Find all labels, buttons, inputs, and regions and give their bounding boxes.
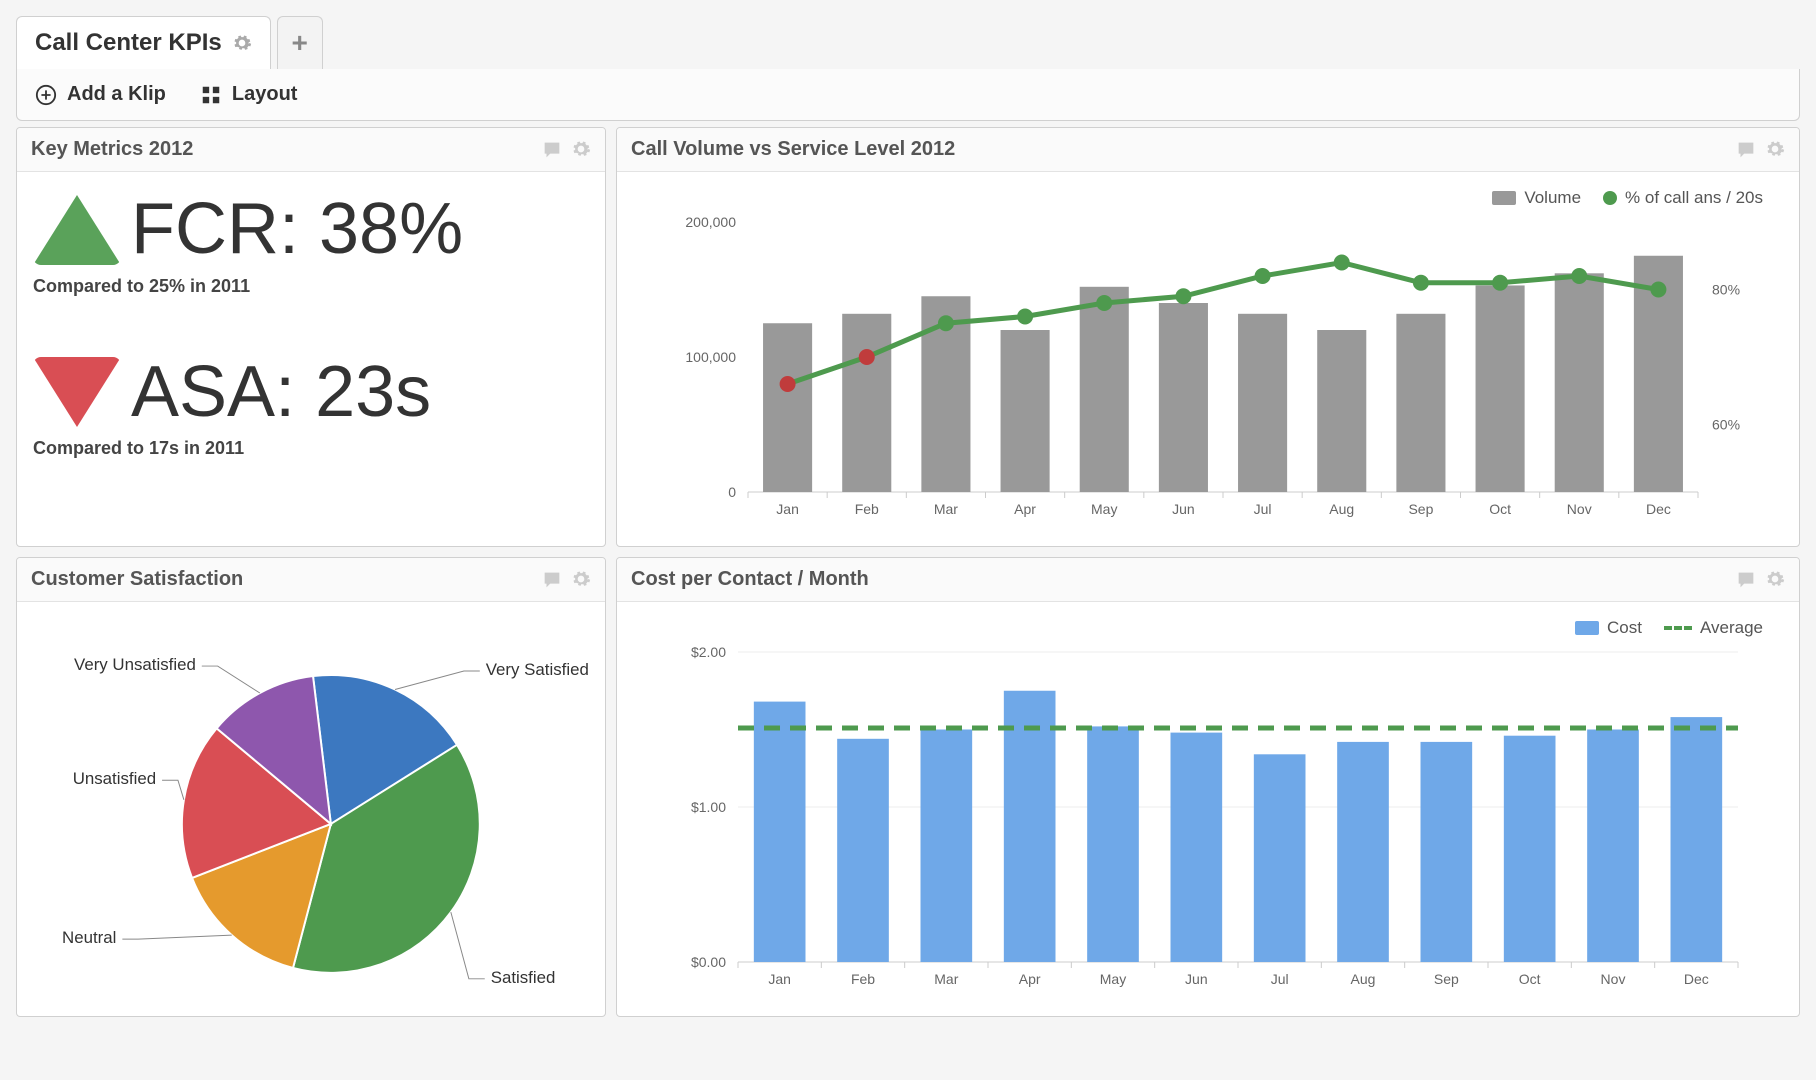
comment-icon[interactable] (1735, 139, 1757, 161)
legend-volume: Volume (1492, 188, 1581, 208)
comment-icon[interactable] (541, 569, 563, 591)
svg-text:Dec: Dec (1684, 971, 1709, 987)
csat-pie-chart: Very Satisfied Satisfied Neutral Unsatisfie… (33, 614, 589, 1014)
call-volume-chart: 0 100,000 200,000 Jan Feb Mar Apr May Jun Jul Aug S… (633, 212, 1783, 532)
panel-call-volume: Call Volume vs Service Level 2012 Volume… (616, 127, 1800, 547)
svg-text:Very Unsatisfied: Very Unsatisfied (74, 655, 196, 674)
svg-text:Mar: Mar (934, 971, 958, 987)
legend-service-level: % of call ans / 20s (1603, 188, 1763, 208)
svg-text:0: 0 (728, 484, 736, 500)
tab-title: Call Center KPIs (35, 29, 222, 57)
svg-text:Jul: Jul (1254, 501, 1272, 517)
svg-text:Jan: Jan (768, 971, 791, 987)
toolbar: Add a Klip Layout (16, 69, 1800, 121)
svg-text:Aug: Aug (1329, 501, 1354, 517)
kpi-fcr-sub: Compared to 25% in 2011 (33, 276, 589, 297)
svg-text:Oct: Oct (1489, 501, 1511, 517)
svg-text:Nov: Nov (1567, 501, 1592, 517)
svg-text:Jan: Jan (776, 501, 799, 517)
svg-text:Sep: Sep (1408, 501, 1433, 517)
triangle-up-icon (33, 195, 121, 265)
svg-text:$1.00: $1.00 (691, 799, 726, 815)
add-tab-button[interactable]: + (277, 16, 323, 69)
svg-text:Satisfied: Satisfied (491, 968, 556, 987)
svg-text:Feb: Feb (851, 971, 875, 987)
gear-icon[interactable] (1765, 139, 1785, 161)
svg-text:Aug: Aug (1351, 971, 1376, 987)
comment-icon[interactable] (541, 139, 563, 161)
svg-text:Nov: Nov (1601, 971, 1626, 987)
svg-text:200,000: 200,000 (685, 214, 736, 230)
svg-text:Mar: Mar (934, 501, 958, 517)
panel-title: Customer Satisfaction (31, 568, 243, 591)
svg-text:100,000: 100,000 (685, 349, 736, 365)
svg-text:$0.00: $0.00 (691, 954, 726, 970)
panel-title: Cost per Contact / Month (631, 568, 869, 591)
grid-icon (200, 84, 222, 106)
svg-text:Apr: Apr (1014, 501, 1036, 517)
svg-text:Jun: Jun (1185, 971, 1208, 987)
plus-circle-icon (35, 84, 57, 106)
tab-call-center-kpis[interactable]: Call Center KPIs (16, 16, 271, 69)
kpi-asa-value: ASA: 23s (131, 355, 431, 431)
svg-text:80%: 80% (1712, 282, 1740, 298)
svg-text:Jun: Jun (1172, 501, 1195, 517)
svg-text:60%: 60% (1712, 417, 1740, 433)
triangle-down-icon (33, 357, 121, 427)
gear-icon[interactable] (1765, 569, 1785, 591)
gear-icon[interactable] (571, 139, 591, 161)
svg-text:Oct: Oct (1519, 971, 1541, 987)
kpi-fcr-value: FCR: 38% (131, 192, 463, 268)
panel-title: Call Volume vs Service Level 2012 (631, 138, 955, 161)
comment-icon[interactable] (1735, 569, 1757, 591)
panel-title: Key Metrics 2012 (31, 138, 193, 161)
plus-icon: + (292, 27, 308, 59)
kpi-asa-sub: Compared to 17s in 2011 (33, 438, 589, 459)
layout-button[interactable]: Layout (200, 83, 298, 106)
svg-text:Very Satisfied: Very Satisfied (486, 660, 589, 679)
svg-text:May: May (1100, 971, 1126, 987)
layout-label: Layout (232, 83, 298, 106)
svg-text:Dec: Dec (1646, 501, 1671, 517)
add-klip-label: Add a Klip (67, 83, 166, 106)
panel-key-metrics: Key Metrics 2012 FCR: 38% Compared to 25… (16, 127, 606, 547)
svg-text:$2.00: $2.00 (691, 644, 726, 660)
cost-chart: $0.00 $1.00 $2.00 Jan Feb Mar Apr May Jun Jul Aug S… (633, 642, 1783, 1002)
svg-text:Jul: Jul (1271, 971, 1289, 987)
panel-cost: Cost per Contact / Month Cost Average $0… (616, 557, 1800, 1017)
svg-text:Sep: Sep (1434, 971, 1459, 987)
legend-cost: Cost (1575, 618, 1642, 638)
svg-text:Unsatisfied: Unsatisfied (73, 769, 156, 788)
legend-average: Average (1664, 618, 1763, 638)
svg-text:Apr: Apr (1019, 971, 1041, 987)
add-klip-button[interactable]: Add a Klip (35, 83, 166, 106)
svg-text:May: May (1091, 501, 1117, 517)
gear-icon[interactable] (232, 33, 252, 53)
svg-text:Feb: Feb (855, 501, 879, 517)
gear-icon[interactable] (571, 569, 591, 591)
panel-csat: Customer Satisfaction Very Satisfied Sati… (16, 557, 606, 1017)
svg-text:Neutral: Neutral (62, 928, 116, 947)
